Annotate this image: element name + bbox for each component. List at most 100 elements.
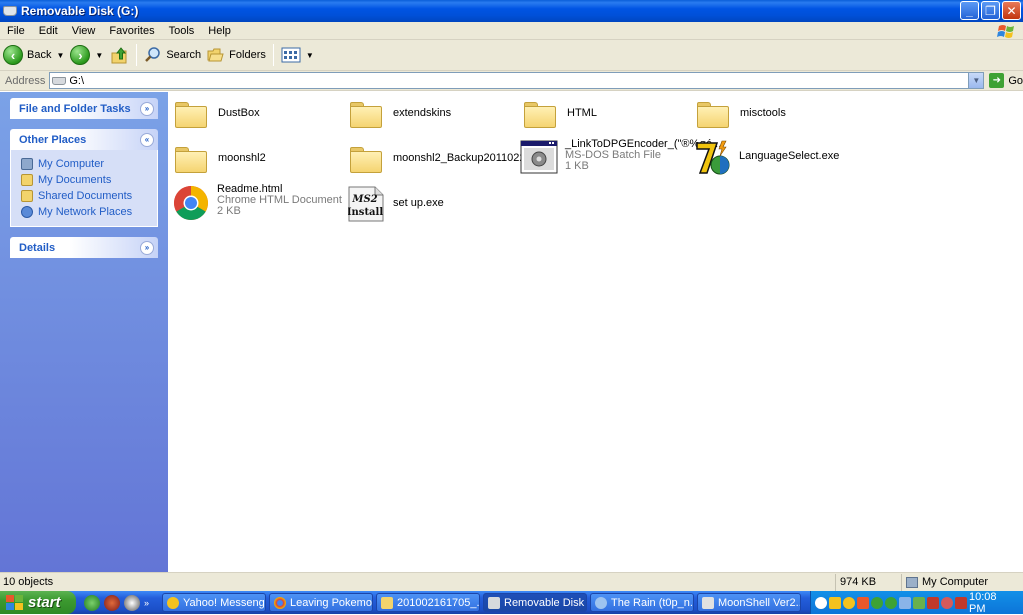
task-removable-disk[interactable]: Removable Disk ...	[483, 593, 587, 612]
search-button[interactable]: Search	[141, 42, 204, 68]
menu-view[interactable]: View	[65, 25, 103, 37]
clock[interactable]: 10:08 PM	[969, 591, 1015, 615]
tray-expand-icon[interactable]	[815, 596, 827, 609]
folder-icon	[381, 596, 393, 609]
file-item-dustbox[interactable]: DustBox	[173, 96, 343, 136]
yahoo-messenger-icon	[167, 596, 179, 609]
menu-help[interactable]: Help	[201, 25, 238, 37]
start-label: start	[28, 594, 61, 611]
details-panel: Details »	[10, 237, 158, 258]
back-button[interactable]: ‹ Back ▼	[0, 42, 67, 68]
icon-text-ms2: MS2	[351, 194, 377, 205]
maximize-button[interactable]: ❐	[981, 1, 1000, 20]
file-item-readme[interactable]: Readme.html Chrome HTML Document 2 KB	[172, 184, 342, 224]
back-arrow-icon: ‹	[3, 45, 23, 65]
file-item-moonshl2-backup[interactable]: moonshl2_Backup20110227-2...	[348, 141, 551, 181]
tray-app-icon[interactable]	[885, 596, 897, 609]
views-dropdown-icon[interactable]: ▼	[306, 51, 314, 60]
go-button[interactable]: ➜ Go	[989, 73, 1023, 88]
forward-arrow-icon: ›	[70, 45, 91, 65]
up-folder-button[interactable]	[106, 42, 132, 68]
folder-icon	[695, 96, 733, 132]
minimize-button[interactable]: _	[960, 1, 979, 20]
tray-app-icon[interactable]	[955, 596, 967, 609]
file-item-extendskins[interactable]: extendskins	[348, 96, 518, 136]
other-places-header[interactable]: Other Places «	[10, 129, 158, 150]
task-label: MoonShell Ver2....	[718, 596, 801, 609]
file-item-language-select[interactable]: LanguageSelect.exe	[694, 139, 864, 179]
address-dropdown-icon[interactable]: ▼	[968, 73, 984, 88]
file-name: DustBox	[218, 107, 260, 119]
file-folder-tasks-header[interactable]: File and Folder Tasks »	[10, 98, 158, 119]
network-places-icon	[21, 206, 33, 218]
address-input[interactable]: G:\ ▼	[49, 72, 985, 89]
up-folder-icon	[111, 47, 127, 64]
chrome-icon	[274, 596, 286, 609]
tray-app-icon[interactable]	[941, 596, 953, 609]
close-button[interactable]: ✕	[1002, 1, 1021, 20]
link-label: My Network Places	[38, 206, 133, 218]
menu-edit[interactable]: Edit	[32, 25, 65, 37]
tray-app-icon[interactable]	[843, 596, 855, 609]
shared-documents-icon	[21, 190, 33, 202]
file-name: moonshl2	[218, 152, 266, 164]
drive-icon	[52, 76, 67, 85]
forward-dropdown-icon[interactable]: ▼	[95, 51, 103, 60]
task-folder-201002161705[interactable]: 201002161705_...	[376, 593, 480, 612]
collapse-chevron-icon[interactable]: «	[140, 132, 154, 147]
my-documents-icon	[21, 174, 33, 186]
file-name: extendskins	[393, 107, 452, 119]
file-item-misctools[interactable]: misctools	[695, 96, 865, 136]
task-yahoo-messenger[interactable]: Yahoo! Messenger	[162, 593, 266, 612]
tray-app-icon[interactable]	[913, 596, 925, 609]
details-header[interactable]: Details »	[10, 237, 158, 258]
menu-tools[interactable]: Tools	[162, 25, 202, 37]
status-location: My Computer	[901, 573, 989, 591]
status-location-label: My Computer	[922, 576, 989, 588]
tray-app-icon[interactable]	[927, 596, 939, 609]
file-item-moonshl2[interactable]: moonshl2	[173, 141, 343, 181]
folder-icon	[522, 96, 560, 132]
file-item-setup-exe[interactable]: MS2 Install set up.exe	[347, 186, 518, 226]
file-item-html[interactable]: HTML	[522, 96, 692, 136]
tray-app-icon[interactable]	[857, 596, 869, 609]
link-my-computer[interactable]: My Computer	[21, 156, 157, 172]
quick-launch-overflow-icon[interactable]: »	[144, 598, 149, 608]
folders-icon	[207, 48, 224, 62]
folders-button[interactable]: Folders	[204, 42, 269, 68]
title-bar[interactable]: Removable Disk (G:) _ ❐ ✕	[0, 0, 1023, 22]
views-icon	[281, 47, 301, 63]
tray-app-icon[interactable]	[829, 596, 841, 609]
task-label: Removable Disk ...	[504, 596, 586, 609]
expand-chevron-icon[interactable]: »	[140, 240, 154, 255]
tray-app-icon[interactable]	[871, 596, 883, 609]
task-leaving-pokemon[interactable]: Leaving Pokemo...	[269, 593, 373, 612]
expand-chevron-icon[interactable]: »	[140, 101, 154, 116]
file-name: misctools	[740, 107, 786, 119]
forward-button[interactable]: › ▼	[67, 42, 106, 68]
tray-app-icon[interactable]	[899, 596, 911, 609]
task-moonshell[interactable]: MoonShell Ver2....	[697, 593, 801, 612]
chrome-document-icon	[172, 184, 210, 220]
file-item-link-to-dpg-encoder[interactable]: _LinkToDPGEncoder_("®%øé... MS-DOS Batch…	[520, 139, 721, 179]
folder-icon	[348, 96, 386, 132]
link-shared-documents[interactable]: Shared Documents	[21, 188, 157, 204]
quick-launch-app-icon[interactable]	[84, 594, 100, 611]
link-my-documents[interactable]: My Documents	[21, 172, 157, 188]
address-bar: Address G:\ ▼ ➜ Go	[0, 71, 1023, 91]
start-button[interactable]: start	[0, 591, 76, 614]
menu-favorites[interactable]: Favorites	[102, 25, 161, 37]
panel-title: Other Places	[19, 133, 87, 146]
back-dropdown-icon[interactable]: ▼	[56, 51, 64, 60]
file-size: 2 KB	[217, 205, 241, 217]
quick-launch-app-icon[interactable]	[124, 594, 140, 611]
file-name: LanguageSelect.exe	[739, 150, 840, 162]
back-label: Back	[27, 49, 52, 61]
folder-icon	[173, 141, 211, 177]
views-button[interactable]: ▼	[278, 42, 317, 68]
link-my-network-places[interactable]: My Network Places	[21, 204, 157, 220]
quick-launch-app-icon[interactable]	[104, 594, 120, 611]
menu-bar: File Edit View Favorites Tools Help	[0, 22, 1023, 40]
menu-file[interactable]: File	[0, 25, 32, 37]
task-the-rain[interactable]: The Rain (t0p_n...	[590, 593, 694, 612]
